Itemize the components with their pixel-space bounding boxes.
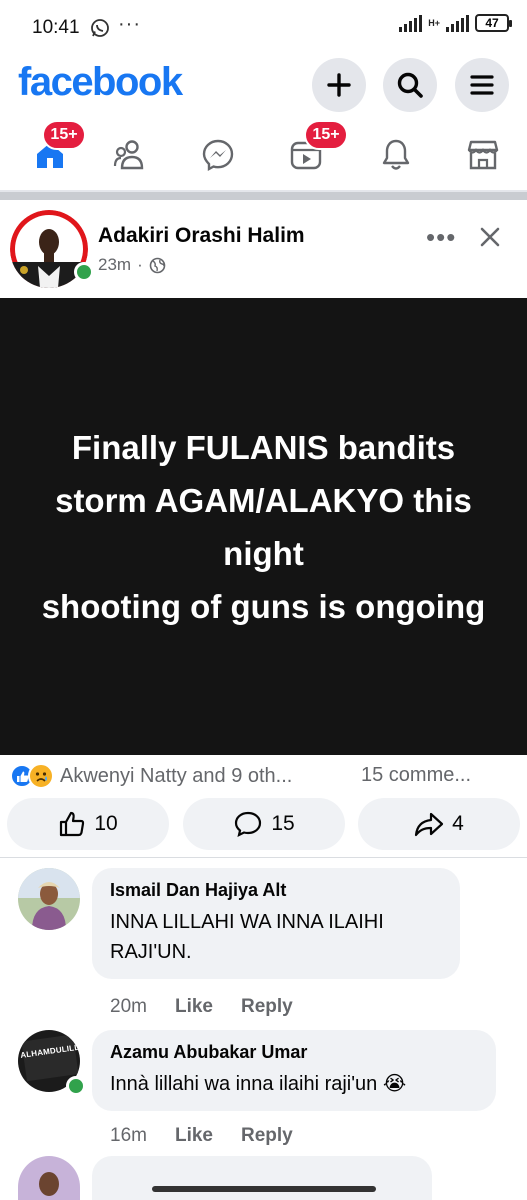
commenter-name[interactable]: Azamu Abubakar Umar [110, 1042, 478, 1063]
comment-bubble[interactable]: Azamu Abubakar Umar Innà lillahi wa inna… [92, 1030, 496, 1111]
tab-marketplace[interactable] [453, 130, 513, 180]
like-icon [60, 811, 85, 837]
network-type: H+ [428, 17, 440, 28]
signal-icon [399, 14, 423, 32]
like-button[interactable]: 10 [7, 798, 169, 850]
status-bar: 10:41 ··· H+ 47 [0, 0, 527, 58]
comment-text-line: RAJI'UN. [110, 941, 192, 963]
comment-actions: 20m Like Reply [110, 996, 293, 1018]
comment-like-button[interactable]: Like [175, 1125, 213, 1147]
more-notifications-icon: ··· [118, 13, 141, 35]
post-meta: 23m · [98, 255, 166, 275]
status-time: 10:41 [32, 17, 80, 38]
commenter-name[interactable]: Ismail Dan Hajiya Alt [110, 880, 442, 901]
crying-emoji: 😭 [382, 1073, 407, 1095]
post-more-button[interactable]: ••• [426, 222, 456, 253]
commenter-photo [18, 1156, 80, 1200]
post-text-line: storm AGAM/ALAKYO this [55, 481, 472, 519]
comment-bubble[interactable] [92, 1156, 432, 1200]
comment-time: 20m [110, 996, 147, 1017]
post-time[interactable]: 23m [98, 255, 131, 275]
online-status-dot [74, 262, 94, 282]
video-badge: 15+ [304, 120, 348, 150]
commenter-avatar[interactable] [18, 1156, 80, 1200]
comment-count: 15 [271, 812, 295, 835]
plus-icon [327, 73, 351, 97]
like-count: 10 [94, 812, 118, 835]
comment-text-body: Innà lillahi wa inna ilaihi raji'un [110, 1073, 378, 1095]
comment-like-button[interactable]: Like [175, 996, 213, 1018]
tab-messenger[interactable] [188, 130, 248, 180]
comments-count-link[interactable]: 15 comme... [361, 764, 471, 787]
comment-text: INNA LILLAHI WA INNA ILAIHI RAJI'UN. [110, 907, 442, 967]
post-text-line: shooting of guns is ongoing [41, 587, 486, 625]
messenger-icon [202, 139, 234, 172]
tab-notifications[interactable] [366, 130, 426, 180]
post-content[interactable]: Finally FULANIS bandits storm AGAM/ALAKY… [0, 298, 527, 755]
reactions-text: Akwenyi Natty and 9 oth... [60, 764, 293, 787]
post-author-name[interactable]: Adakiri Orashi Halim [98, 224, 305, 248]
create-button[interactable] [312, 58, 366, 112]
comment-icon [235, 811, 262, 838]
bell-icon [382, 139, 410, 170]
post-text: Finally FULANIS bandits storm AGAM/ALAKY… [9, 421, 519, 633]
whatsapp-icon [91, 19, 109, 37]
comment-time: 16m [110, 1125, 147, 1146]
menu-icon [470, 75, 494, 95]
close-icon[interactable] [478, 225, 502, 249]
facebook-logo[interactable]: facebook [18, 60, 183, 105]
post-text-line: Finally FULANIS bandits [71, 428, 456, 466]
search-button[interactable] [383, 58, 437, 112]
signal-icon-2 [446, 14, 469, 32]
commenter-avatar[interactable] [18, 868, 80, 930]
comment-button[interactable]: 15 [183, 798, 345, 850]
comment-text-line: INNA LILLAHI WA INNA ILAIHI [110, 911, 384, 933]
comment-reply-button[interactable]: Reply [241, 996, 293, 1018]
post-text-line: night [223, 534, 304, 572]
share-icon [415, 812, 444, 837]
home-badge: 15+ [42, 120, 86, 150]
comment-bubble[interactable]: Ismail Dan Hajiya Alt INNA LILLAHI WA IN… [92, 868, 460, 979]
friends-icon [113, 140, 144, 170]
feed-divider [0, 190, 527, 200]
menu-button[interactable] [455, 58, 509, 112]
comment-actions: 16m Like Reply [110, 1125, 293, 1147]
status-indicators: H+ 47 [399, 14, 512, 32]
meta-separator: · [137, 255, 143, 274]
marketplace-icon [467, 140, 499, 170]
tab-friends[interactable] [100, 130, 160, 180]
comment-reply-button[interactable]: Reply [241, 1125, 293, 1147]
tab-bar: 15+ 15+ [0, 120, 527, 190]
search-icon [397, 72, 423, 98]
share-count: 4 [452, 812, 464, 835]
comment-text: Innà lillahi wa inna ilaihi raji'un 😭 [110, 1069, 478, 1099]
commenter-photo [18, 868, 80, 930]
sad-reaction-icon [28, 763, 54, 789]
online-status-dot [66, 1076, 86, 1096]
home-indicator[interactable] [152, 1186, 376, 1192]
battery-icon: 47 [475, 14, 512, 32]
share-button[interactable]: 4 [358, 798, 520, 850]
comments-divider [0, 857, 527, 858]
globe-icon [149, 257, 166, 273]
reactions-summary[interactable]: Akwenyi Natty and 9 oth... [10, 762, 292, 790]
